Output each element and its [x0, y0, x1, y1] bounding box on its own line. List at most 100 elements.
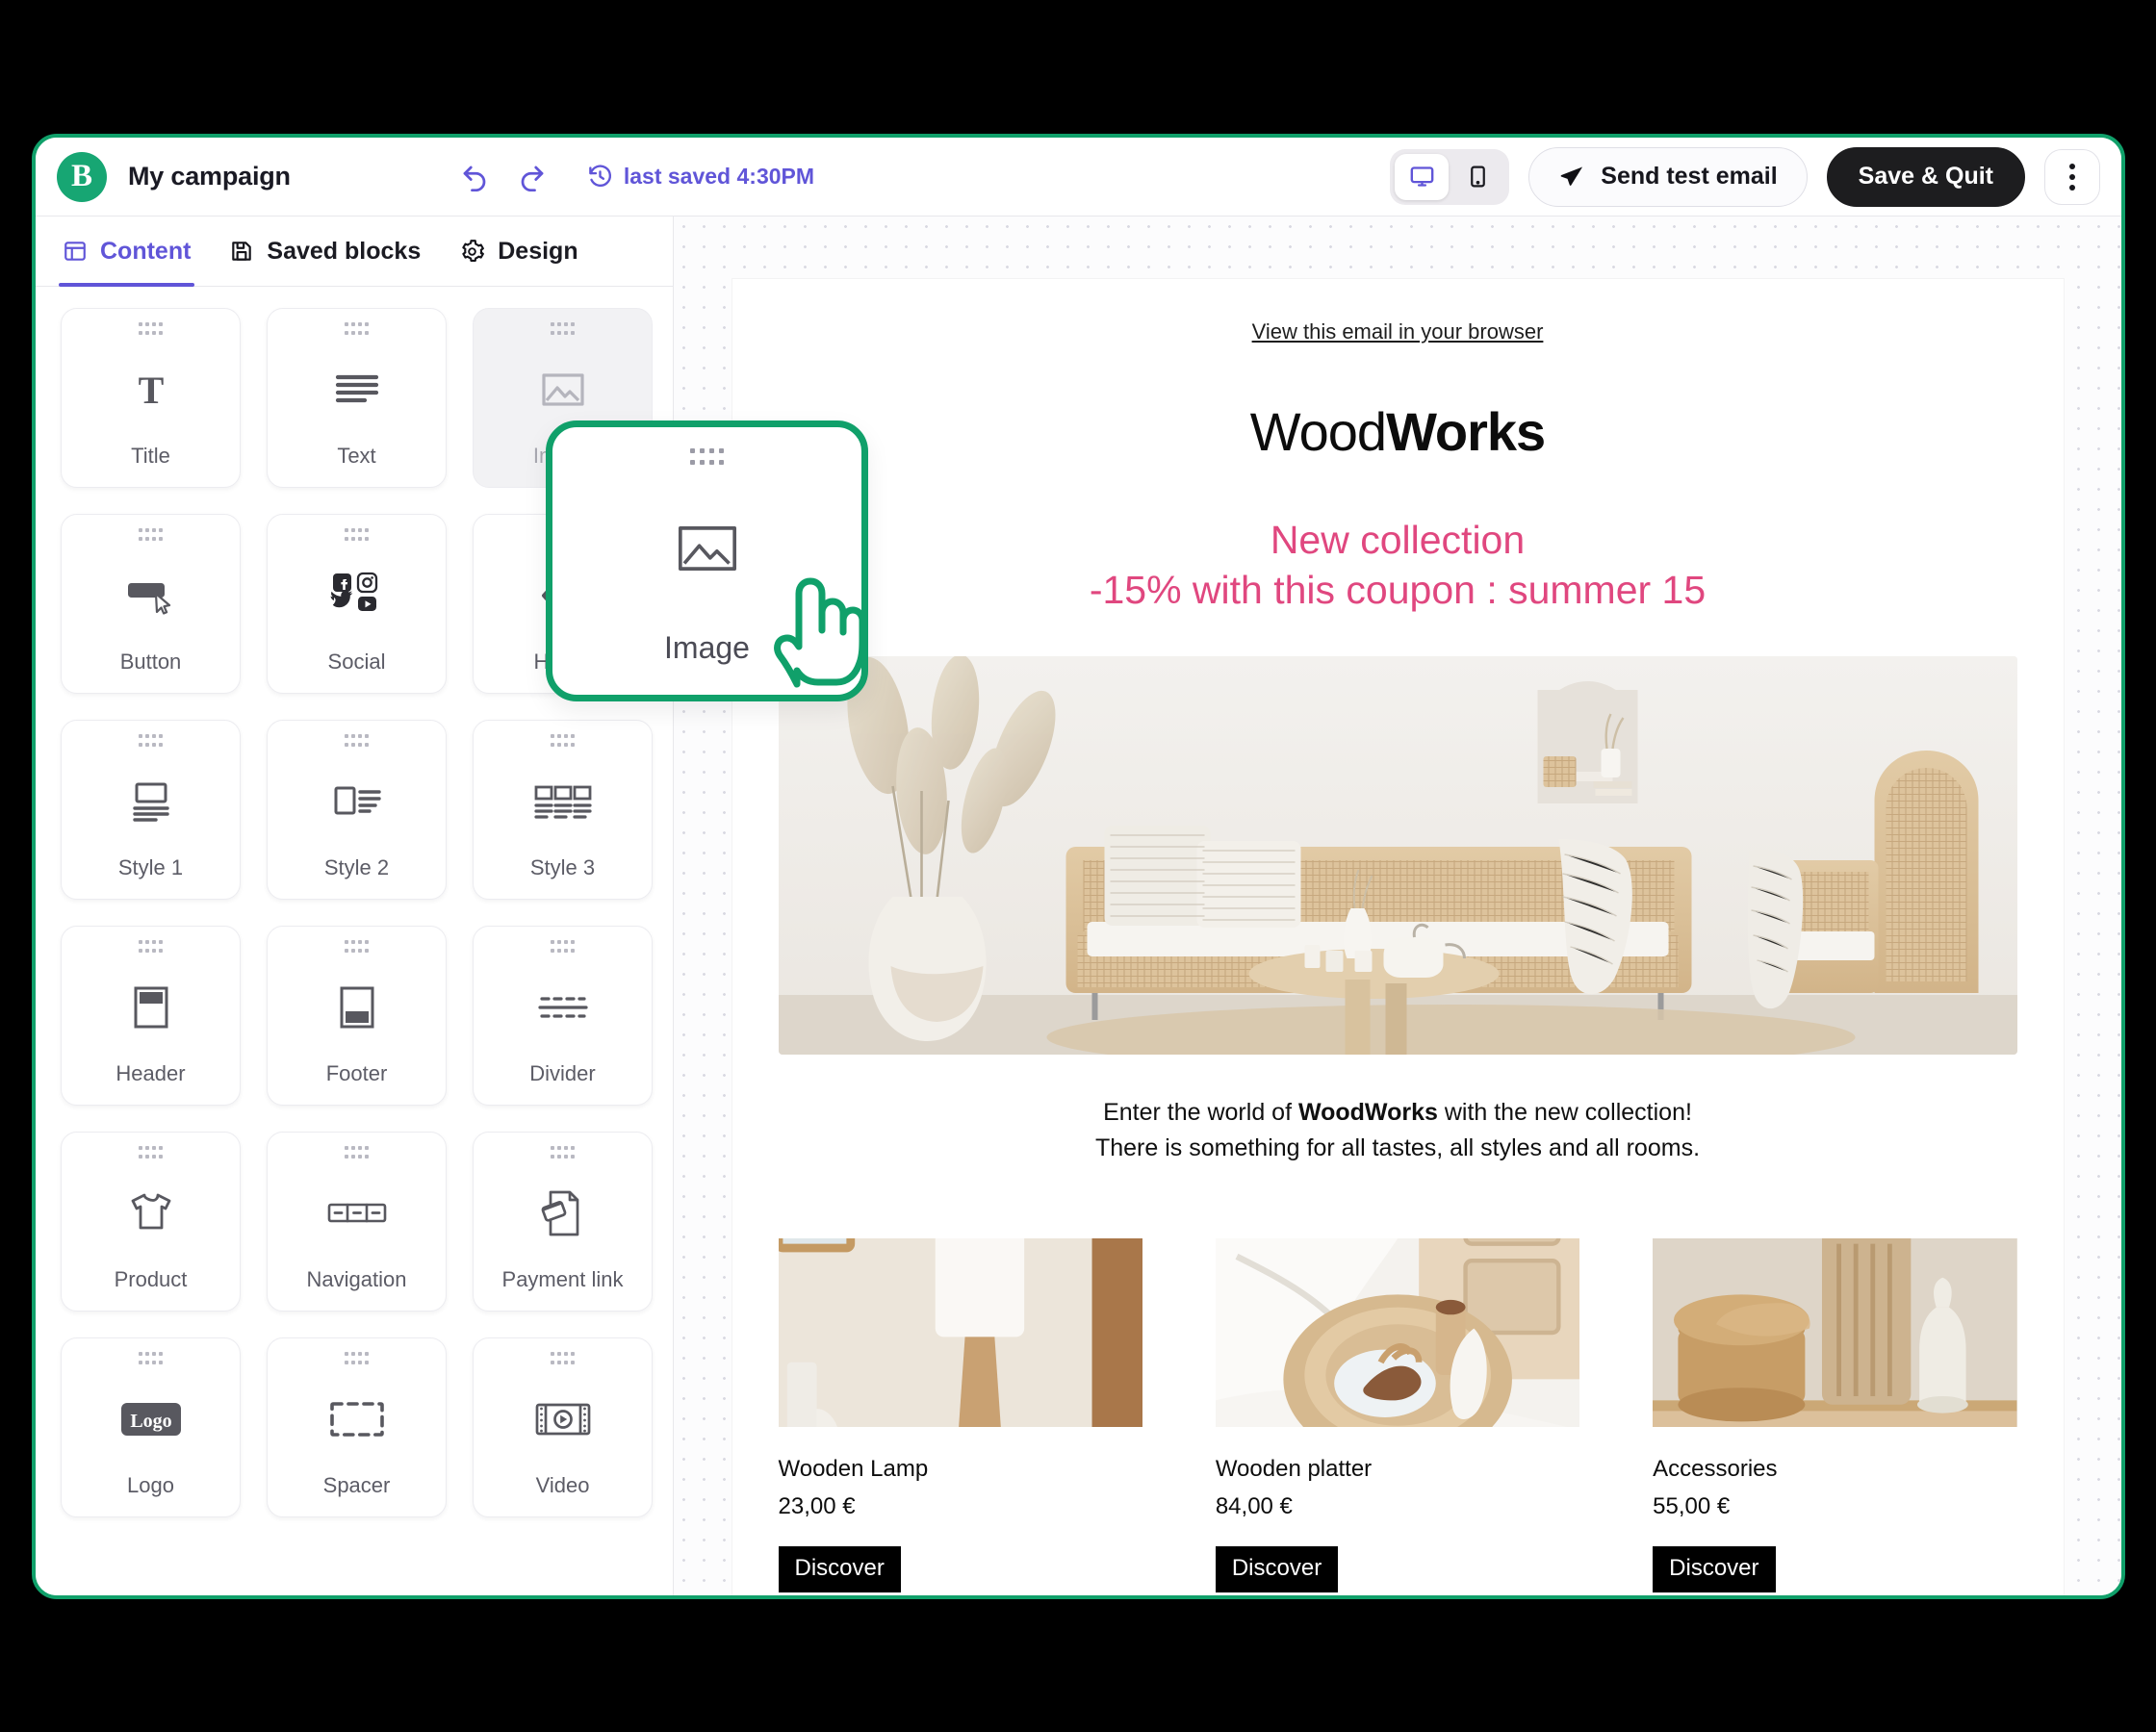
block-label: Video: [535, 1473, 590, 1497]
drag-grip-icon[interactable]: [689, 448, 725, 467]
wooden-platter-illustration: [1215, 1238, 1580, 1428]
discover-button[interactable]: Discover: [1215, 1546, 1339, 1593]
drag-grip-icon[interactable]: [138, 1352, 164, 1365]
intro-paragraph: Enter the world of WoodWorks with the ne…: [779, 1095, 2017, 1166]
product-card: Accessories 55,00 € Discover: [1653, 1238, 2017, 1593]
tab-saved-blocks[interactable]: Saved blocks: [229, 216, 421, 286]
drag-grip-icon[interactable]: [550, 322, 576, 336]
tab-content-label: Content: [100, 237, 192, 265]
svg-text:Logo: Logo: [130, 1411, 171, 1432]
save-and-quit-button[interactable]: Save & Quit: [1826, 146, 2025, 207]
email-preview-sheet: View this email in your browser WoodWork…: [732, 279, 2064, 1595]
drag-grip-icon[interactable]: [138, 528, 164, 542]
device-view-toggle: [1390, 148, 1510, 205]
social-networks-icon: [268, 542, 446, 650]
style-1-icon: [62, 748, 240, 855]
sidebar-tabs: Content Saved blocks Design: [36, 216, 673, 287]
block-card-divider[interactable]: Divider: [473, 926, 653, 1106]
discover-button[interactable]: Discover: [778, 1546, 901, 1593]
block-label: Spacer: [322, 1473, 391, 1497]
product-image[interactable]: [1653, 1238, 2017, 1428]
last-saved-text: last saved 4:30PM: [623, 164, 815, 189]
image-icon: [552, 467, 861, 630]
block-card-footer[interactable]: Footer: [267, 926, 447, 1106]
drag-preview-image-block[interactable]: Image: [546, 420, 868, 701]
drag-grip-icon[interactable]: [138, 734, 164, 748]
drag-grip-icon[interactable]: [344, 1146, 370, 1159]
paper-plane-icon: [1558, 164, 1585, 191]
more-options-button[interactable]: [2044, 148, 2100, 205]
drag-grip-icon[interactable]: [138, 940, 164, 954]
block-label: Navigation: [306, 1267, 407, 1291]
drag-grip-icon[interactable]: [550, 734, 576, 748]
product-name: Wooden platter: [1215, 1456, 1373, 1483]
kebab-dot-icon: [2069, 184, 2075, 191]
block-label: Text: [337, 444, 376, 468]
block-card-navigation[interactable]: Navigation: [267, 1132, 447, 1312]
drag-grip-icon[interactable]: [550, 1352, 576, 1365]
block-card-header[interactable]: Header: [61, 926, 241, 1106]
block-label: Style 3: [529, 855, 596, 879]
toolbar-actions: Send test email Save & Quit: [1390, 146, 2100, 207]
block-card-style-2[interactable]: Style 2: [267, 720, 447, 900]
drag-grip-icon[interactable]: [550, 1146, 576, 1159]
style-3-icon: [474, 748, 652, 855]
last-saved-status: last saved 4:30PM: [587, 164, 814, 190]
tab-content[interactable]: Content: [58, 216, 195, 287]
drag-grip-icon[interactable]: [344, 322, 370, 336]
drag-grip-icon[interactable]: [344, 734, 370, 748]
product-grid: Wooden Lamp 23,00 € Discover Wooden plat…: [778, 1238, 2017, 1595]
block-label: Product: [114, 1267, 188, 1291]
drag-grip-icon[interactable]: [138, 322, 164, 336]
block-label: Style 1: [117, 855, 184, 879]
block-card-style-3[interactable]: Style 3: [473, 720, 653, 900]
drag-grip-icon[interactable]: [550, 940, 576, 954]
desktop-view-button[interactable]: [1395, 153, 1450, 200]
campaign-title: My campaign: [128, 162, 291, 191]
style-2-icon: [268, 748, 446, 855]
product-image[interactable]: [778, 1238, 1142, 1428]
product-price: 55,00 €: [1653, 1493, 1731, 1520]
redo-arrow-icon[interactable]: [516, 161, 549, 193]
hero-image[interactable]: [778, 655, 2017, 1055]
block-card-payment-link[interactable]: Payment link: [473, 1132, 653, 1312]
block-label: Style 2: [323, 855, 390, 879]
drag-grip-icon[interactable]: [344, 528, 370, 542]
block-card-video[interactable]: Video: [473, 1337, 653, 1517]
drag-grip-icon[interactable]: [138, 1146, 164, 1159]
send-test-email-button[interactable]: Send test email: [1528, 146, 1808, 207]
undo-arrow-icon[interactable]: [458, 161, 491, 193]
block-card-title[interactable]: T Title: [61, 308, 241, 488]
discover-button[interactable]: Discover: [1653, 1546, 1776, 1593]
product-image[interactable]: [1215, 1238, 1580, 1428]
tab-design[interactable]: Design: [459, 216, 578, 286]
text-lines-icon: [268, 336, 446, 444]
block-card-social[interactable]: Social: [267, 514, 447, 694]
block-card-product[interactable]: Product: [61, 1132, 241, 1312]
drag-grip-icon[interactable]: [344, 1352, 370, 1365]
email-canvas[interactable]: View this email in your browser WoodWork…: [674, 216, 2121, 1595]
block-card-text[interactable]: Text: [267, 308, 447, 488]
brand-logo-icon: B: [57, 151, 107, 202]
block-card-spacer[interactable]: Spacer: [267, 1337, 447, 1517]
promo-line-2: -15% with this coupon : summer 15: [1089, 568, 1707, 613]
header-icon: [62, 954, 240, 1061]
product-price: 84,00 €: [1215, 1493, 1293, 1520]
mobile-view-button[interactable]: [1450, 154, 1504, 200]
block-card-style-1[interactable]: Style 1: [61, 720, 241, 900]
drag-grip-icon[interactable]: [344, 940, 370, 954]
block-label: Divider: [529, 1061, 596, 1085]
intro-prefix: Enter the world of: [1103, 1098, 1298, 1126]
floppy-disk-icon: [229, 239, 254, 264]
button-cursor-icon: [62, 542, 240, 650]
tshirt-icon: [62, 1159, 240, 1267]
block-card-logo[interactable]: Logo Logo: [61, 1337, 241, 1517]
svg-text:T: T: [138, 369, 164, 412]
block-card-button[interactable]: Button: [61, 514, 241, 694]
block-label: Social: [327, 650, 386, 674]
view-in-browser-link[interactable]: View this email in your browser: [779, 319, 2017, 344]
product-name: Accessories: [1653, 1456, 1778, 1483]
block-label: Header: [116, 1061, 186, 1085]
product-name: Wooden Lamp: [778, 1456, 929, 1483]
block-label: Button: [119, 650, 182, 674]
